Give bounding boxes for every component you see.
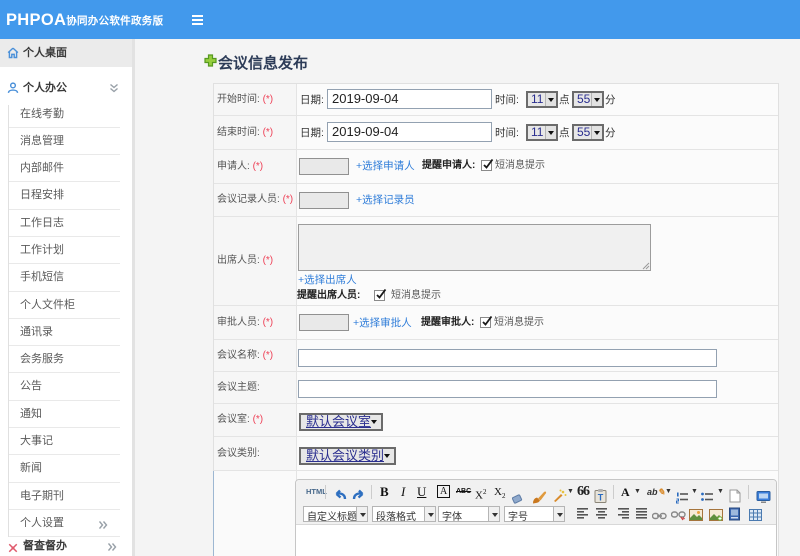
svg-text:T: T — [598, 493, 604, 503]
